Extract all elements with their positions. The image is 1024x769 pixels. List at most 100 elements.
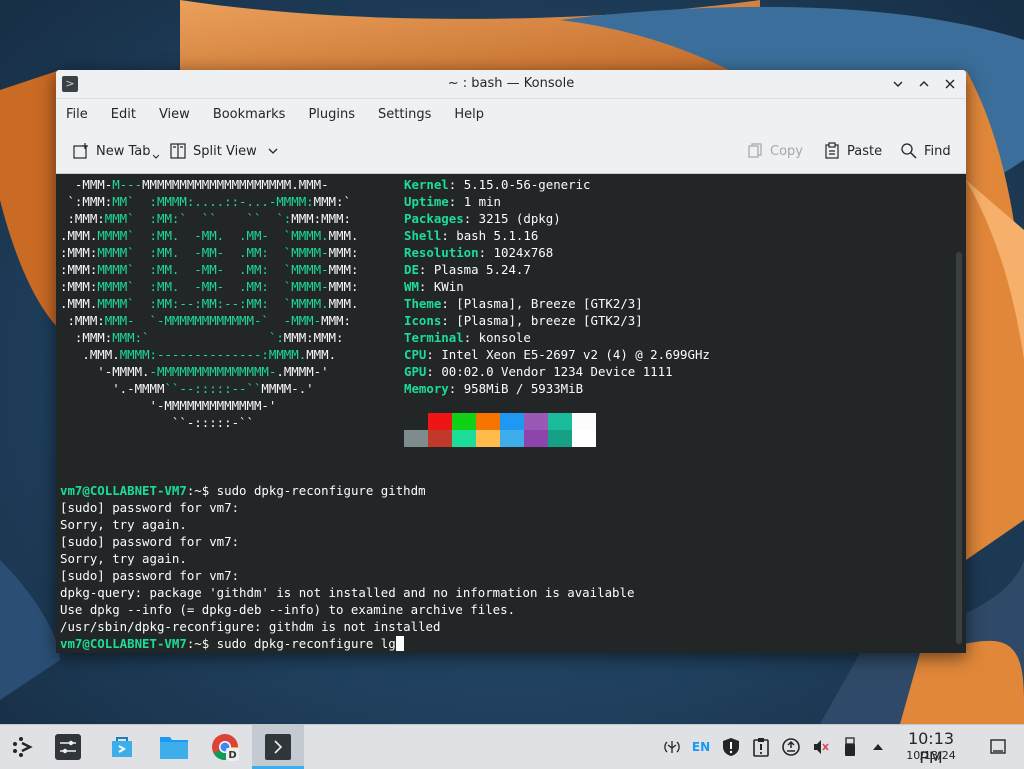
notifications-tray[interactable] <box>662 737 682 757</box>
command-text: sudo dpkg-reconfigure githdm <box>216 483 426 498</box>
color-swatch <box>548 413 572 430</box>
info-value: Intel Xeon E5-2697 v2 (4) @ 2.699GHz <box>441 347 710 362</box>
system-settings-task[interactable] <box>52 731 84 763</box>
search-icon <box>901 143 917 159</box>
info-value: KWin <box>433 279 464 294</box>
updates-tray[interactable] <box>750 737 772 757</box>
logo-segment: MMM:` <box>313 194 351 209</box>
network-tray[interactable] <box>780 737 802 757</box>
info-key: DE <box>404 262 419 277</box>
network-icon <box>782 738 800 756</box>
logo-segment: MMMM` :MM. -MM- .MM: `MMMM- <box>97 245 329 260</box>
close-icon <box>945 79 955 89</box>
info-key: WM <box>404 279 419 294</box>
logo-segment: :MMM: <box>60 279 98 294</box>
logo-segment: :MMM: <box>60 330 113 345</box>
logo-segment: '-MMMM. <box>60 364 150 379</box>
tray-expander[interactable] <box>868 737 888 757</box>
split-view-button[interactable]: Split View <box>169 141 279 161</box>
color-swatch <box>500 430 524 447</box>
find-button[interactable]: Find <box>900 141 951 161</box>
clock-date[interactable]: 10/13/24 <box>896 749 966 762</box>
find-label: Find <box>924 143 951 159</box>
logo-segment: `:MMM: <box>60 194 113 209</box>
volume-tray[interactable] <box>810 737 832 757</box>
info-separator: : <box>441 313 457 328</box>
show-desktop-button[interactable] <box>986 737 1010 757</box>
info-line: Memory: 958MiB / 5933MiB <box>404 380 583 397</box>
output-line: Use dpkg --info (= dpkg-deb --info) to e… <box>60 602 516 617</box>
terminal-scrollbar[interactable] <box>956 252 962 644</box>
logo-line: :MMM:MMM- `-MMMMMMMMMMMM-` -MMM-MMM: <box>60 312 351 329</box>
chevron-down-icon <box>268 148 278 154</box>
output-line: dpkg-query: package 'githdm' is not inst… <box>60 585 635 600</box>
command-text: sudo dpkg-reconfigure lg <box>216 636 396 651</box>
info-separator: : <box>426 347 442 362</box>
paste-button[interactable]: Paste <box>823 141 882 161</box>
info-line: Uptime: 1 min <box>404 193 501 210</box>
speaker-muted-icon <box>814 740 829 754</box>
window-title: ~ : bash — Konsole <box>447 76 575 91</box>
logo-line: :MMM:MMM:` `:MMM:MMM: <box>60 329 344 346</box>
output-line: Sorry, try again. <box>60 517 187 532</box>
logo-segment: :MMM: <box>60 245 98 260</box>
info-line: CPU: Intel Xeon E5-2697 v2 (4) @ 2.699GH… <box>404 346 710 363</box>
color-swatch <box>524 413 548 430</box>
info-key: CPU <box>404 347 427 362</box>
info-separator: : <box>418 279 434 294</box>
dolphin-task[interactable] <box>158 731 190 763</box>
logo-line: .MMM.MMMM:--------------:MMMM.MMM. <box>60 346 336 363</box>
info-separator: : <box>426 364 442 379</box>
logo-line: '.-MMMM``--:::::--``MMMM-.' <box>60 380 314 397</box>
logo-segment: MMMM-.' <box>261 381 314 396</box>
logo-segment: MMM: <box>328 279 359 294</box>
security-tray[interactable] <box>720 737 742 757</box>
logo-segment: :MMM: <box>60 262 98 277</box>
menu-bar: File Edit View Bookmarks Plugins Setting… <box>56 99 966 129</box>
close-button[interactable] <box>940 74 960 94</box>
title-bar[interactable]: > ~ : bash — Konsole <box>56 70 966 99</box>
color-swatch <box>548 430 572 447</box>
logo-segment: -MMM- <box>60 177 113 192</box>
discover-task[interactable] <box>106 731 138 763</box>
color-swatch <box>404 413 428 430</box>
logo-segment: MMM:MMM: <box>283 330 344 345</box>
menu-file[interactable]: File <box>66 107 88 122</box>
info-line: Shell: bash 5.1.16 <box>404 227 538 244</box>
paste-icon <box>825 142 839 159</box>
info-value: [Plasma], breeze [GTK2/3] <box>456 313 643 328</box>
usb-device-tray[interactable] <box>840 737 860 757</box>
menu-help[interactable]: Help <box>454 107 484 122</box>
info-separator: : <box>448 381 464 396</box>
maximize-button[interactable] <box>914 74 934 94</box>
terminal-area[interactable]: -MMM-M---MMMMMMMMMMMMMMMMMMMM.MMM- `:MMM… <box>56 174 966 653</box>
new-tab-label: New Tab <box>96 143 151 159</box>
konsole-task[interactable] <box>262 731 294 763</box>
keyboard-layout-indicator[interactable]: EN <box>690 737 712 757</box>
new-tab-button[interactable]: New Tab <box>72 141 159 161</box>
color-swatch <box>428 430 452 447</box>
chrome-task[interactable]: D <box>209 731 241 763</box>
info-separator: : <box>418 262 434 277</box>
logo-segment: '-MMMMMMMMMMMMM-' <box>60 398 277 413</box>
menu-settings[interactable]: Settings <box>378 107 431 122</box>
menu-plugins[interactable]: Plugins <box>308 107 355 122</box>
logo-segment: MMM:MMM: <box>291 211 351 226</box>
info-value: 5.15.0-56-generic <box>463 177 591 192</box>
shield-icon <box>723 738 739 756</box>
info-line: Icons: [Plasma], breeze [GTK2/3] <box>404 312 643 329</box>
logo-line: ``-:::::-`` <box>60 414 254 431</box>
color-swatch <box>476 413 500 430</box>
menu-edit[interactable]: Edit <box>111 107 136 122</box>
menu-bookmarks[interactable]: Bookmarks <box>213 107 286 122</box>
info-value: 958MiB / 5933MiB <box>463 381 584 396</box>
application-launcher[interactable] <box>6 731 38 763</box>
info-value: konsole <box>478 330 531 345</box>
info-value: 00:02.0 Vendor 1234 Device 1111 <box>441 364 673 379</box>
logo-line: :MMM:MMMM` :MM. -MM- .MM: `MMMM-MMM: <box>60 244 358 261</box>
settings-sliders-icon <box>55 734 81 760</box>
menu-view[interactable]: View <box>159 107 190 122</box>
logo-segment: MMM- `-MMMMMMMMMMMM-` -MMM- <box>104 313 322 328</box>
minimize-button[interactable] <box>888 74 908 94</box>
copy-button[interactable]: Copy <box>746 141 803 161</box>
